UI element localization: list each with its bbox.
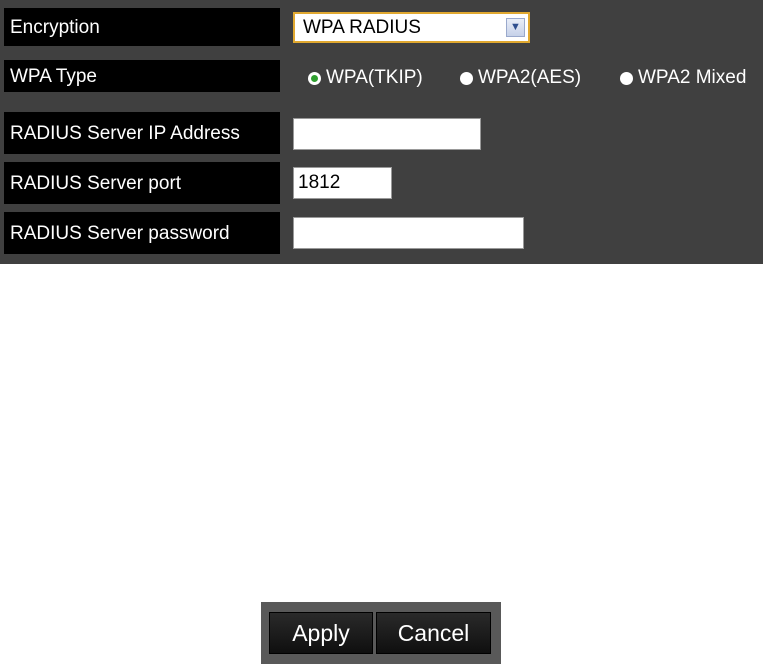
chevron-down-icon[interactable]: ▼ (506, 18, 525, 37)
button-bar: Apply Cancel (261, 602, 501, 664)
radio-unchecked-icon[interactable] (460, 71, 473, 85)
radius-ip-label: RADIUS Server IP Address (4, 112, 280, 154)
radius-port-input[interactable]: 1812 (293, 167, 392, 199)
radius-ip-input[interactable] (293, 118, 481, 150)
cancel-button[interactable]: Cancel (376, 612, 491, 654)
encryption-label: Encryption (4, 8, 280, 46)
radio-wpa2-mixed-label: WPA2 Mixed (638, 67, 747, 88)
encryption-select[interactable]: WPA RADIUS ▼ (293, 12, 530, 43)
radio-wpa-tkip[interactable]: WPA(TKIP) (308, 66, 423, 90)
encryption-select-value: WPA RADIUS (303, 16, 421, 38)
radio-wpa2-aes-label: WPA2(AES) (478, 67, 582, 88)
radio-wpa-tkip-label: WPA(TKIP) (326, 67, 423, 88)
radio-checked-icon[interactable] (308, 71, 321, 85)
radius-password-input[interactable] (293, 217, 524, 249)
wireless-security-panel: Encryption WPA RADIUS ▼ WPA Type WPA(TKI… (0, 0, 763, 264)
wpa-type-label: WPA Type (4, 60, 280, 92)
radius-port-label: RADIUS Server port (4, 162, 280, 204)
radio-unchecked-icon[interactable] (620, 71, 633, 85)
radio-wpa2-aes[interactable]: WPA2(AES) (460, 66, 581, 90)
radius-password-label: RADIUS Server password (4, 212, 280, 254)
apply-button[interactable]: Apply (269, 612, 373, 654)
radio-wpa2-mixed[interactable]: WPA2 Mixed (620, 66, 746, 90)
